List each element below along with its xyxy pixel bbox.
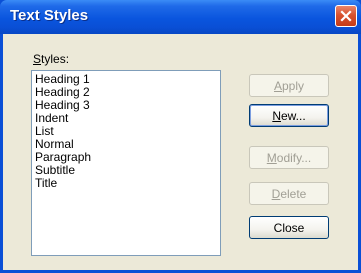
new-button[interactable]: New...	[249, 104, 329, 127]
close-window-button[interactable]	[335, 5, 357, 27]
list-item[interactable]: Indent	[35, 112, 217, 125]
styles-listbox[interactable]: Heading 1 Heading 2 Heading 3 Indent Lis…	[31, 70, 221, 256]
dialog-title: Text Styles	[10, 7, 89, 24]
list-item[interactable]: Subtitle	[35, 164, 217, 177]
delete-button[interactable]: Delete	[249, 182, 329, 205]
apply-button[interactable]: Apply	[249, 74, 329, 97]
close-button[interactable]: Close	[249, 216, 329, 239]
close-x-icon	[340, 10, 352, 22]
styles-label: Styles:	[33, 52, 70, 66]
dialog-window: Text Styles Styles: Heading 1 Heading 2 …	[0, 0, 361, 273]
modify-button[interactable]: Modify...	[249, 146, 329, 169]
list-item[interactable]: Title	[35, 177, 217, 190]
dialog-client-area: Styles: Heading 1 Heading 2 Heading 3 In…	[3, 34, 358, 270]
title-bar[interactable]: Text Styles	[0, 0, 361, 34]
